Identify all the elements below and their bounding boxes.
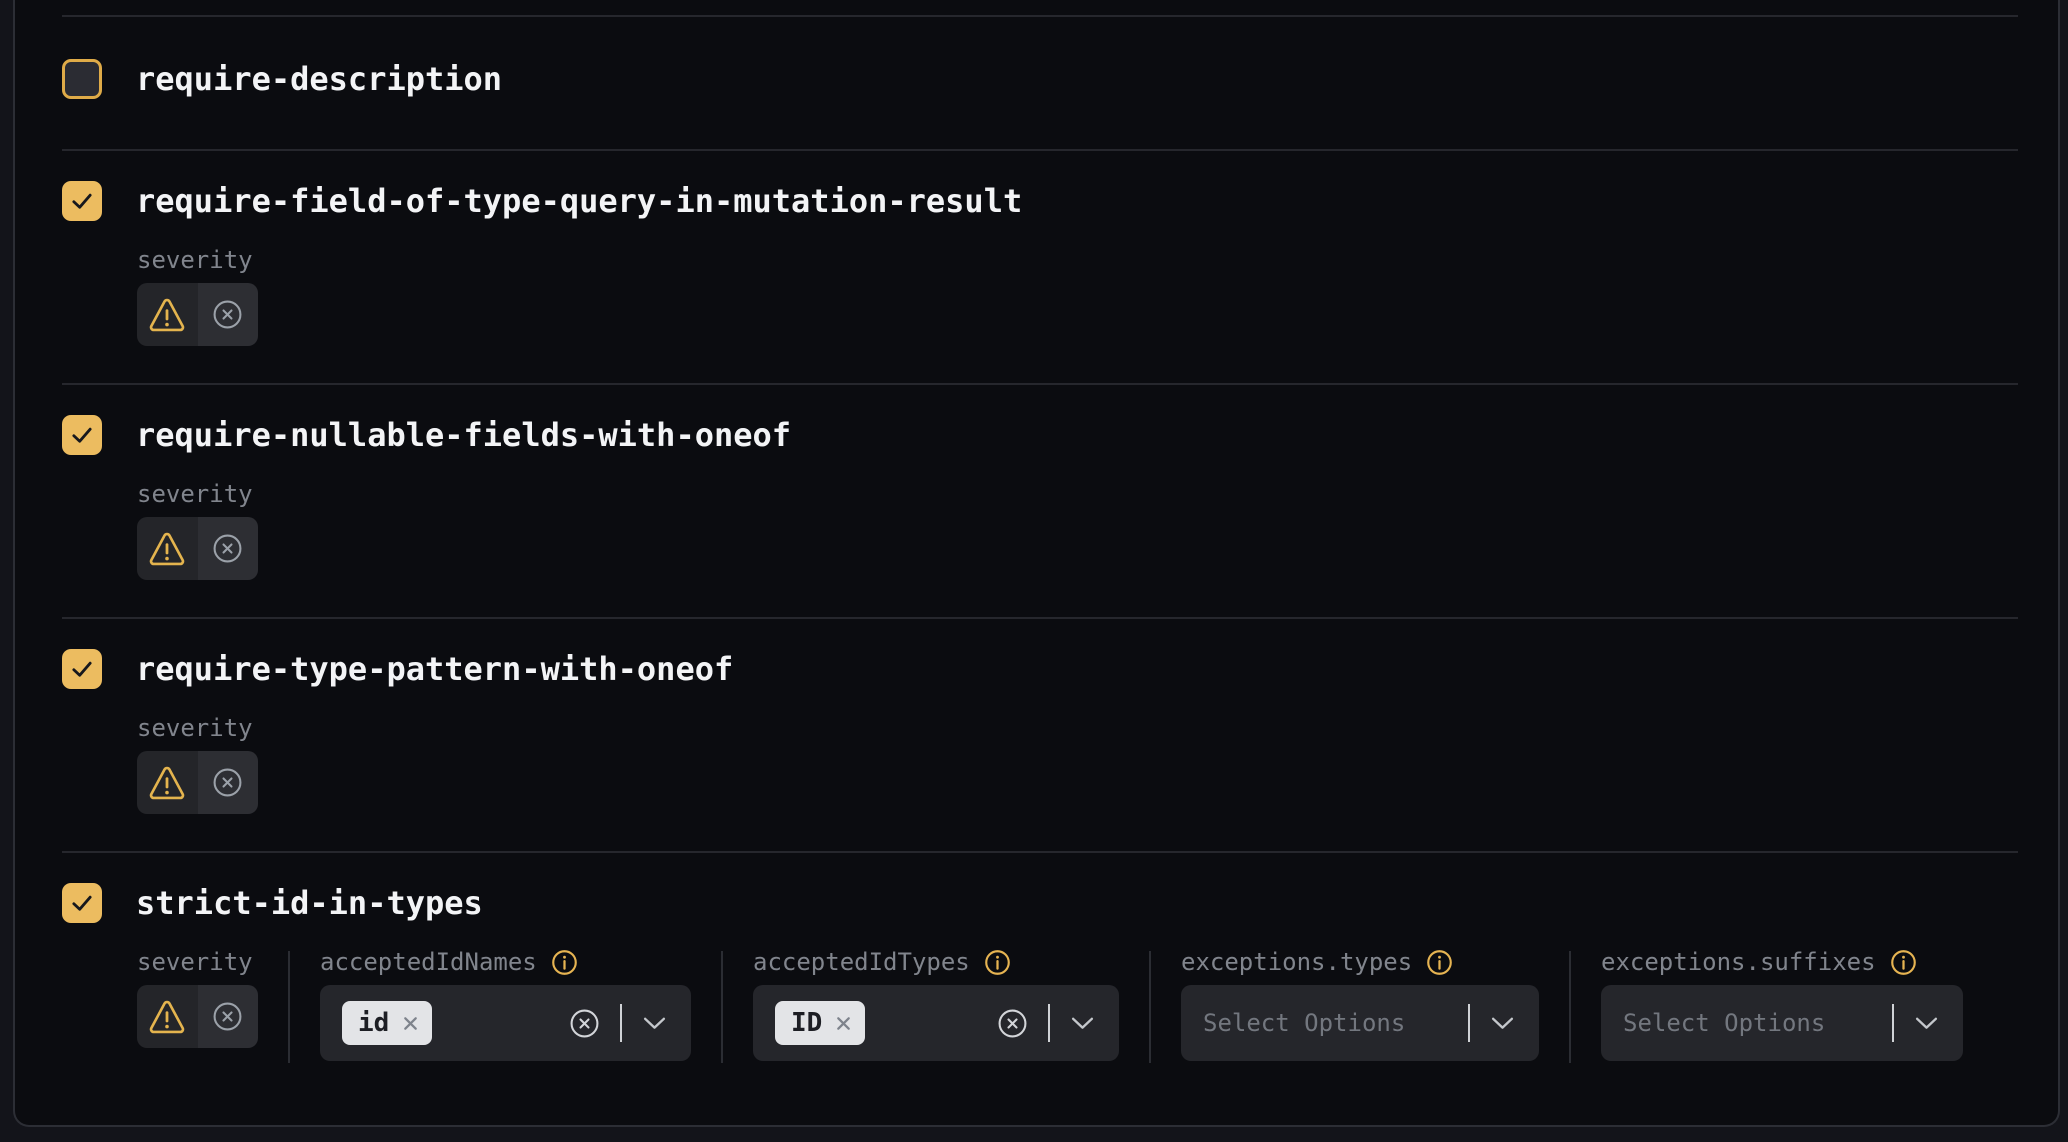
- severity-label: severity: [137, 717, 2018, 739]
- select-separator: [1468, 1004, 1470, 1042]
- rule-checkbox-checked[interactable]: [62, 181, 102, 221]
- chip-remove-icon[interactable]: [401, 1014, 420, 1033]
- chevron-down-icon[interactable]: [1914, 1016, 1939, 1031]
- multiselect-accepted-id-types[interactable]: ID: [753, 985, 1119, 1061]
- severity-toggle: [137, 283, 258, 346]
- warning-triangle-icon: [148, 1000, 186, 1034]
- rule-checkbox-unchecked[interactable]: [62, 59, 102, 99]
- checkmark-icon: [68, 187, 96, 215]
- info-icon[interactable]: [1426, 949, 1453, 976]
- circle-x-icon: [212, 533, 243, 564]
- info-icon[interactable]: [551, 949, 578, 976]
- rule-row: require-nullable-fields-with-oneof sever…: [62, 385, 2018, 617]
- rule-title: require-nullable-fields-with-oneof: [136, 415, 791, 455]
- option-column-acceptedIdTypes: acceptedIdTypes ID: [753, 951, 1119, 1061]
- option-label: acceptedIdTypes: [753, 951, 1119, 973]
- warning-triangle-icon: [148, 532, 186, 566]
- rule-row: require-field-of-type-query-in-mutation-…: [62, 151, 2018, 383]
- option-column-exceptions-suffixes: exceptions.suffixes Select Options: [1601, 951, 1963, 1061]
- rule-row: strict-id-in-types severity: [62, 853, 2018, 1127]
- severity-off-button[interactable]: [198, 517, 259, 580]
- circle-x-icon: [212, 299, 243, 330]
- severity-warn-button[interactable]: [137, 751, 198, 814]
- selected-chip: id: [342, 1001, 432, 1045]
- clear-selection-icon[interactable]: [569, 1008, 600, 1039]
- selected-chip: ID: [775, 1001, 865, 1045]
- severity-toggle: [137, 517, 258, 580]
- option-label: exceptions.suffixes: [1601, 951, 1963, 973]
- checkmark-icon: [68, 421, 96, 449]
- option-label: acceptedIdNames: [320, 951, 691, 973]
- severity-off-button[interactable]: [198, 283, 259, 346]
- severity-off-button[interactable]: [198, 985, 259, 1048]
- severity-label: severity: [137, 249, 2018, 271]
- circle-x-icon: [212, 1001, 243, 1032]
- select-placeholder: Select Options: [1623, 1009, 1825, 1037]
- severity-label: severity: [137, 951, 258, 973]
- rule-title: strict-id-in-types: [136, 883, 483, 923]
- severity-label: severity: [137, 483, 2018, 505]
- rule-title: require-field-of-type-query-in-mutation-…: [136, 181, 1022, 221]
- warning-triangle-icon: [148, 298, 186, 332]
- severity-off-button[interactable]: [198, 751, 259, 814]
- chip-remove-icon[interactable]: [834, 1014, 853, 1033]
- multiselect-exceptions-suffixes[interactable]: Select Options: [1601, 985, 1963, 1061]
- option-column-severity: severity: [137, 951, 258, 1048]
- column-divider: [1149, 951, 1151, 1063]
- column-divider: [1569, 951, 1571, 1063]
- info-icon[interactable]: [984, 949, 1011, 976]
- chevron-down-icon[interactable]: [1070, 1016, 1095, 1031]
- rule-row: require-type-pattern-with-oneof severity: [62, 619, 2018, 851]
- rule-row: require-description: [62, 17, 2018, 149]
- multiselect-accepted-id-names[interactable]: id: [320, 985, 691, 1061]
- select-placeholder: Select Options: [1203, 1009, 1405, 1037]
- chevron-down-icon[interactable]: [642, 1016, 667, 1031]
- warning-triangle-icon: [148, 766, 186, 800]
- option-label: exceptions.types: [1181, 951, 1539, 973]
- severity-warn-button[interactable]: [137, 985, 198, 1048]
- column-divider: [288, 951, 290, 1063]
- option-column-acceptedIdNames: acceptedIdNames id: [320, 951, 691, 1061]
- info-icon[interactable]: [1890, 949, 1917, 976]
- severity-warn-button[interactable]: [137, 283, 198, 346]
- column-divider: [721, 951, 723, 1063]
- multiselect-exceptions-types[interactable]: Select Options: [1181, 985, 1539, 1061]
- lint-rules-panel: require-description require-field-of-typ…: [13, 0, 2060, 1127]
- rule-title: require-description: [136, 59, 502, 99]
- checkmark-icon: [68, 889, 96, 917]
- select-separator: [1048, 1004, 1050, 1042]
- select-separator: [1892, 1004, 1894, 1042]
- rule-checkbox-checked[interactable]: [62, 415, 102, 455]
- checkmark-icon: [68, 655, 96, 683]
- rule-checkbox-checked[interactable]: [62, 649, 102, 689]
- rule-checkbox-checked[interactable]: [62, 883, 102, 923]
- circle-x-icon: [212, 767, 243, 798]
- option-column-exceptions-types: exceptions.types Select Options: [1181, 951, 1539, 1061]
- severity-warn-button[interactable]: [137, 517, 198, 580]
- severity-toggle: [137, 751, 258, 814]
- severity-toggle: [137, 985, 258, 1048]
- select-separator: [620, 1004, 622, 1042]
- rule-title: require-type-pattern-with-oneof: [136, 649, 733, 689]
- clear-selection-icon[interactable]: [997, 1008, 1028, 1039]
- chevron-down-icon[interactable]: [1490, 1016, 1515, 1031]
